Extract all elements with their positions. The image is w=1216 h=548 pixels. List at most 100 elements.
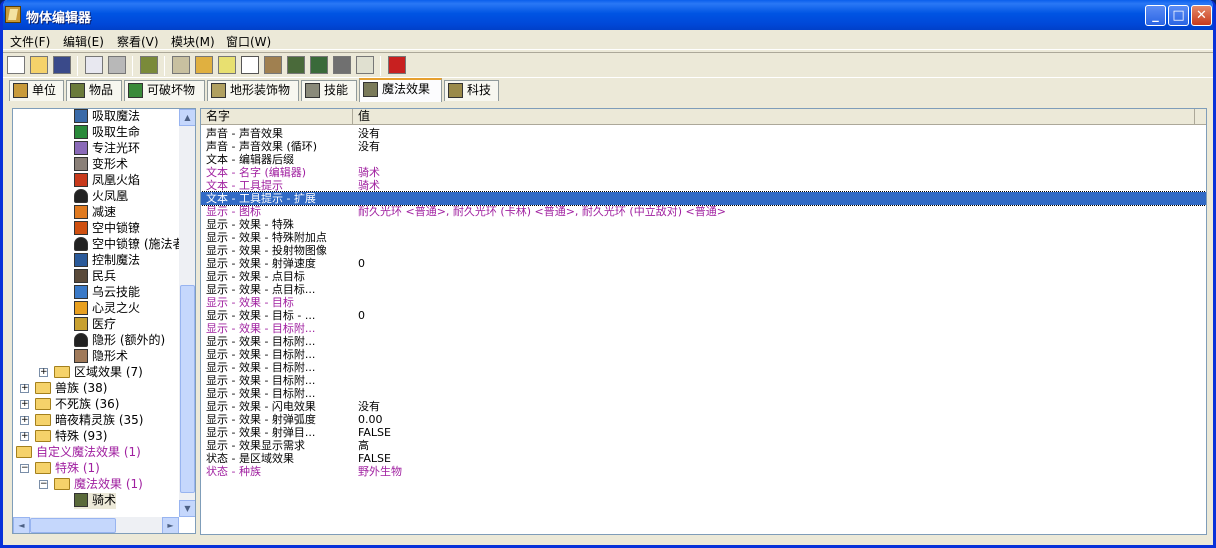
scroll-down-button[interactable]: ▼ [179, 500, 195, 517]
test-run-icon[interactable] [388, 56, 406, 74]
property-row[interactable]: 显示 - 效果 - 目标附... [201, 361, 1206, 374]
object-manager-icon[interactable] [333, 56, 351, 74]
menu-file[interactable]: 文件(F) [10, 33, 50, 50]
save-icon[interactable] [53, 56, 71, 74]
property-row[interactable]: 显示 - 效果 - 闪电效果 没有 [201, 400, 1206, 413]
tree-item[interactable]: 减速 [74, 205, 116, 221]
property-row[interactable]: 显示 - 效果 - 特殊附加点 [201, 231, 1206, 244]
property-row[interactable]: 显示 - 效果 - 点目标 [201, 270, 1206, 283]
tree-folder[interactable]: 区域效果 (7) [54, 365, 143, 381]
test-map-icon[interactable] [356, 56, 374, 74]
tab-upgrades[interactable]: 科技 [444, 80, 499, 101]
tree-item[interactable]: 吸取生命 [74, 125, 140, 141]
property-row[interactable]: 状态 - 种族 野外生物 [201, 465, 1206, 478]
import-manager-icon[interactable] [310, 56, 328, 74]
expand-toggle[interactable]: + [20, 384, 29, 393]
property-row[interactable]: 状态 - 是区域效果 FALSE [201, 452, 1206, 465]
expand-toggle[interactable]: + [20, 432, 29, 441]
property-row[interactable]: 显示 - 效果 - 目标附... [201, 322, 1206, 335]
tab-doodads[interactable]: 地形装饰物 [207, 80, 299, 101]
tree-folder[interactable]: 魔法效果 (1) [54, 477, 143, 493]
property-row[interactable]: 显示 - 效果 - 射弹速度 0 [201, 257, 1206, 270]
tree-item[interactable]: 心灵之火 [74, 301, 140, 317]
collapse-toggle[interactable]: − [39, 480, 48, 489]
property-row[interactable]: 文本 - 工具提示 - 扩展 [201, 191, 1206, 206]
property-row[interactable]: 显示 - 效果 - 目标附... [201, 335, 1206, 348]
property-row[interactable]: 声音 - 声音效果 没有 [201, 127, 1206, 140]
tree-folder-custom[interactable]: 自定义魔法效果 (1) [16, 445, 141, 461]
tree-item[interactable]: 空中锁镣 (施法者) [74, 237, 179, 253]
tree-item[interactable]: 隐形术 [74, 349, 128, 365]
property-row[interactable]: 显示 - 效果 - 目标 [201, 296, 1206, 309]
property-row[interactable]: 显示 - 效果 - 特殊 [201, 218, 1206, 231]
copy-icon[interactable] [85, 56, 103, 74]
tree-vertical-scrollbar[interactable]: ▲ ▼ [179, 109, 195, 517]
tree-item-selected[interactable]: 骑术 [74, 493, 117, 509]
maximize-button[interactable]: □ [1168, 5, 1189, 26]
tree-item[interactable]: 空中锁镣 [74, 221, 140, 237]
tree-item[interactable]: 隐形 (额外的) [74, 333, 165, 349]
sound-editor-icon[interactable] [195, 56, 213, 74]
scroll-up-button[interactable]: ▲ [179, 109, 195, 126]
tree-item[interactable]: 火凤凰 [74, 189, 128, 205]
property-row[interactable]: 显示 - 效果显示需求 高 [201, 439, 1206, 452]
tab-destructibles[interactable]: 可破坏物 [124, 80, 205, 101]
property-row[interactable]: 显示 - 效果 - 投射物图像 [201, 244, 1206, 257]
property-row[interactable]: 显示 - 效果 - 目标附... [201, 348, 1206, 361]
open-folder-icon[interactable] [30, 56, 48, 74]
menu-edit[interactable]: 编辑(E) [63, 33, 104, 50]
expand-toggle[interactable]: + [20, 416, 29, 425]
tree-item[interactable]: 医疗 [74, 317, 116, 333]
tree-folder[interactable]: 特殊 (1) [35, 461, 100, 477]
tree-folder[interactable]: 不死族 (36) [35, 397, 119, 413]
scroll-right-button[interactable]: ► [162, 517, 179, 533]
tree-item[interactable]: 凤凰火焰 [74, 173, 140, 189]
property-row[interactable]: 显示 - 效果 - 目标 - ... 0 [201, 309, 1206, 322]
collapse-toggle[interactable]: − [20, 464, 29, 473]
tab-buffs[interactable]: 魔法效果 [359, 78, 442, 102]
scroll-left-button[interactable]: ◄ [13, 517, 30, 533]
tree-item[interactable]: 民兵 [74, 269, 116, 285]
property-row[interactable]: 显示 - 图标 耐久光环 <普通>, 耐久光环 (卡林) <普通>, 耐久光环 (… [201, 205, 1206, 218]
expand-toggle[interactable]: + [20, 400, 29, 409]
column-header-value[interactable]: 值 [353, 109, 1195, 125]
tree-item[interactable]: 控制魔法 [74, 253, 140, 269]
title-bar[interactable]: 物体编辑器 _ □ ✕ [3, 0, 1213, 30]
property-grid[interactable]: 名字 值 声音 - 声音效果 没有 声音 - 声音效果 (循环) 没有 文本 - 编辑器… [200, 108, 1207, 535]
tab-units[interactable]: 单位 [9, 80, 64, 101]
property-row[interactable]: 显示 - 效果 - 目标附... [201, 387, 1206, 400]
menu-view[interactable]: 察看(V) [117, 33, 159, 50]
tree-horizontal-scrollbar[interactable]: ◄ ► [13, 517, 179, 533]
column-header-name[interactable]: 名字 [201, 109, 353, 125]
property-row[interactable]: 显示 - 效果 - 目标附... [201, 374, 1206, 387]
tree-item[interactable]: 专注光环 [74, 141, 140, 157]
minimize-button[interactable]: _ [1145, 5, 1166, 26]
expand-toggle[interactable]: + [39, 368, 48, 377]
menu-window[interactable]: 窗口(W) [226, 33, 271, 50]
tab-items[interactable]: 物品 [66, 80, 122, 101]
property-row[interactable]: 显示 - 效果 - 点目标... [201, 283, 1206, 296]
property-row[interactable]: 显示 - 效果 - 射弹弧度 0.00 [201, 413, 1206, 426]
tree-item[interactable]: 变形术 [74, 157, 128, 173]
property-row[interactable]: 文本 - 工具提示 骑术 [201, 179, 1206, 192]
property-row[interactable]: 文本 - 编辑器后缀 [201, 153, 1206, 166]
property-row[interactable]: 文本 - 名字 (编辑器) 骑术 [201, 166, 1206, 179]
tab-abilities[interactable]: 技能 [301, 80, 357, 101]
tree-folder[interactable]: 特殊 (93) [35, 429, 107, 445]
tree-item[interactable]: 乌云技能 [74, 285, 140, 301]
trigger-editor-icon[interactable] [172, 56, 190, 74]
property-row[interactable]: 显示 - 效果 - 射弹目... FALSE [201, 426, 1206, 439]
close-button[interactable]: ✕ [1191, 5, 1212, 26]
scroll-thumb[interactable] [30, 518, 116, 533]
tree-folder[interactable]: 兽族 (38) [35, 381, 107, 397]
ai-editor-icon[interactable] [287, 56, 305, 74]
property-row[interactable]: 声音 - 声音效果 (循环) 没有 [201, 140, 1206, 153]
speaker-icon[interactable] [218, 56, 236, 74]
campaign-editor-icon[interactable] [264, 56, 282, 74]
scroll-thumb[interactable] [180, 285, 195, 493]
tree-item[interactable]: 吸取魔法 [74, 109, 140, 125]
menu-module[interactable]: 模块(M) [171, 33, 215, 50]
tree-folder[interactable]: 暗夜精灵族 (35) [35, 413, 143, 429]
object-editor-icon[interactable] [241, 56, 259, 74]
object-tree[interactable]: 吸取魔法 吸取生命 专注光环 变形术 凤凰火焰 火凤凰 减速 空中锁镣 空中锁镣… [12, 108, 196, 534]
